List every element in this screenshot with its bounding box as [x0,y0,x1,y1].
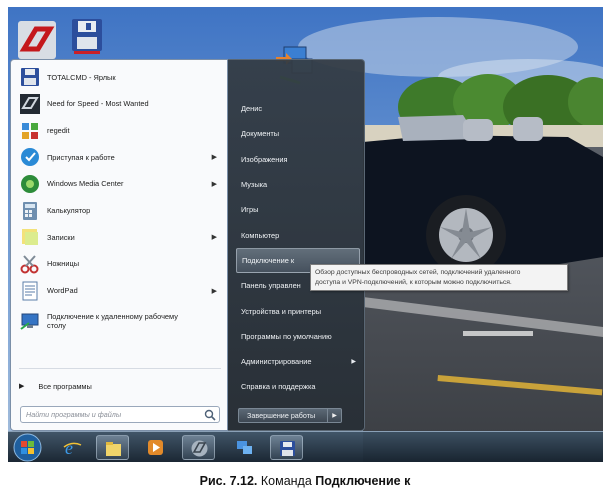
places-item-devices-printers[interactable]: Устройства и принтеры [236,298,360,323]
caption-text: Команда [257,474,316,488]
figure-caption: Рис. 7.12. Команда Подключение к [0,474,610,488]
places-item-help[interactable]: Справка и поддержка [236,374,360,399]
taskbar-button-file-manager[interactable] [96,435,129,460]
places-item-documents[interactable]: Документы [236,121,360,146]
taskbar: e [8,431,603,462]
submenu-arrow-icon: ▶ [351,359,356,366]
file-manager-icon [106,442,121,456]
start-search-input[interactable]: Найти программы и файлы [20,406,220,423]
taskbar-button-internet-explorer[interactable]: e [56,435,89,460]
all-programs-button[interactable]: ▶ Все программы [19,378,92,394]
remote-desktop-icon [20,313,39,330]
program-label: Ножницы [47,259,80,269]
program-label: Записки [47,232,75,242]
submenu-arrow-icon: ▶ [211,154,217,162]
sticky-notes-icon [22,229,38,246]
figure-number: Рис. 7.12. [199,474,258,488]
places-item-music[interactable]: Музыка [236,172,360,197]
program-item-remote-desktop[interactable]: Подключение к удаленному рабочему столу [15,304,225,338]
getting-started-icon [21,148,39,167]
program-item-wordpad[interactable]: WordPad ▶ [15,278,225,305]
program-item-need-for-speed[interactable]: Need for Speed - Most Wanted [15,91,225,118]
totalcmd-icon [280,441,295,456]
start-menu-programs-pane: TOTALCMD - Ярлык Need for Speed - Most W… [10,59,228,431]
program-item-getting-started[interactable]: Приступая к работе ▶ [15,144,225,171]
program-label: Калькулятор [47,206,91,216]
start-menu: TOTALCMD - Ярлык Need for Speed - Most W… [10,59,365,431]
places-item-administration[interactable]: Администрирование ▶ [236,349,360,374]
need-for-speed-icon[interactable] [16,19,58,61]
search-icon[interactable] [204,409,216,421]
program-label: Подключение к удаленному рабочему столу [47,311,178,331]
pinned-programs-list: TOTALCMD - Ярлык Need for Speed - Most W… [15,64,225,338]
need-for-speed-icon [20,94,40,115]
program-item-totalcmd[interactable]: TOTALCMD - Ярлык [15,64,225,91]
regedit-icon [22,122,38,139]
caption-command-name: Подключение к [315,474,411,488]
shutdown-button[interactable]: Завершение работы ▶ [238,408,342,423]
start-menu-places-pane: Денис Документы Изображения Музыка Игры … [228,59,365,431]
expand-arrow-icon: ▶ [19,383,25,390]
program-item-regedit[interactable]: regedit [15,117,225,144]
calculator-icon [23,201,37,220]
nfs-game-icon [191,440,208,457]
program-item-calculator[interactable]: Калькулятор [15,197,225,224]
places-list: Денис Документы Изображения Музыка Игры … [236,96,360,400]
submenu-arrow-icon: ▶ [211,287,217,295]
program-label: regedit [47,125,70,135]
places-item-user[interactable]: Денис [236,96,360,121]
submenu-arrow-icon: ▶ [211,234,217,242]
media-player-icon [148,440,163,455]
taskbar-button-totalcmd[interactable] [270,435,303,460]
media-center-icon [21,175,39,194]
wordpad-icon [22,281,38,301]
program-label: Приступая к работе [47,152,115,162]
start-orb-icon[interactable] [13,433,42,462]
desktop-screenshot: TOTALCMD - Ярлык Need for Speed - Most W… [8,7,603,462]
tooltip-line: доступа и VPN-подключений, к которым мож… [315,278,512,286]
program-label: TOTALCMD - Ярлык [47,72,116,82]
places-item-default-programs[interactable]: Программы по умолчанию [236,324,360,349]
taskbar-button-media-player[interactable] [139,435,172,460]
floppy-icon [21,68,39,87]
program-label: Need for Speed - Most Wanted [47,99,149,109]
places-item-computer[interactable]: Компьютер [236,222,360,247]
internet-explorer-icon: e [63,438,82,457]
program-item-sticky-notes[interactable]: Записки ▶ [15,224,225,251]
menu-divider [19,368,221,369]
taskbar-button-nfs-game[interactable] [182,435,215,460]
submenu-arrow-icon: ▶ [211,181,217,189]
all-programs-label: Все программы [38,381,92,391]
connect-to-tooltip: Обзор доступных беспроводных сетей, подк… [310,264,568,291]
scissors-icon [20,255,39,274]
tooltip-line: Обзор доступных беспроводных сетей, подк… [315,269,521,276]
places-item-games[interactable]: Игры [236,197,360,222]
taskbar-button-network[interactable] [228,435,261,460]
shutdown-options-arrow-icon[interactable]: ▶ [327,409,341,422]
svg-text:e: e [65,438,73,457]
totalcmd-floppy-icon[interactable] [66,15,108,57]
program-item-media-center[interactable]: Windows Media Center ▶ [15,171,225,198]
network-icon [237,441,252,454]
places-item-pictures[interactable]: Изображения [236,147,360,172]
program-item-scissors[interactable]: Ножницы [15,251,225,278]
program-label: WordPad [47,286,78,296]
program-label: Windows Media Center [47,179,124,189]
search-placeholder: Найти программы и файлы [26,410,122,419]
